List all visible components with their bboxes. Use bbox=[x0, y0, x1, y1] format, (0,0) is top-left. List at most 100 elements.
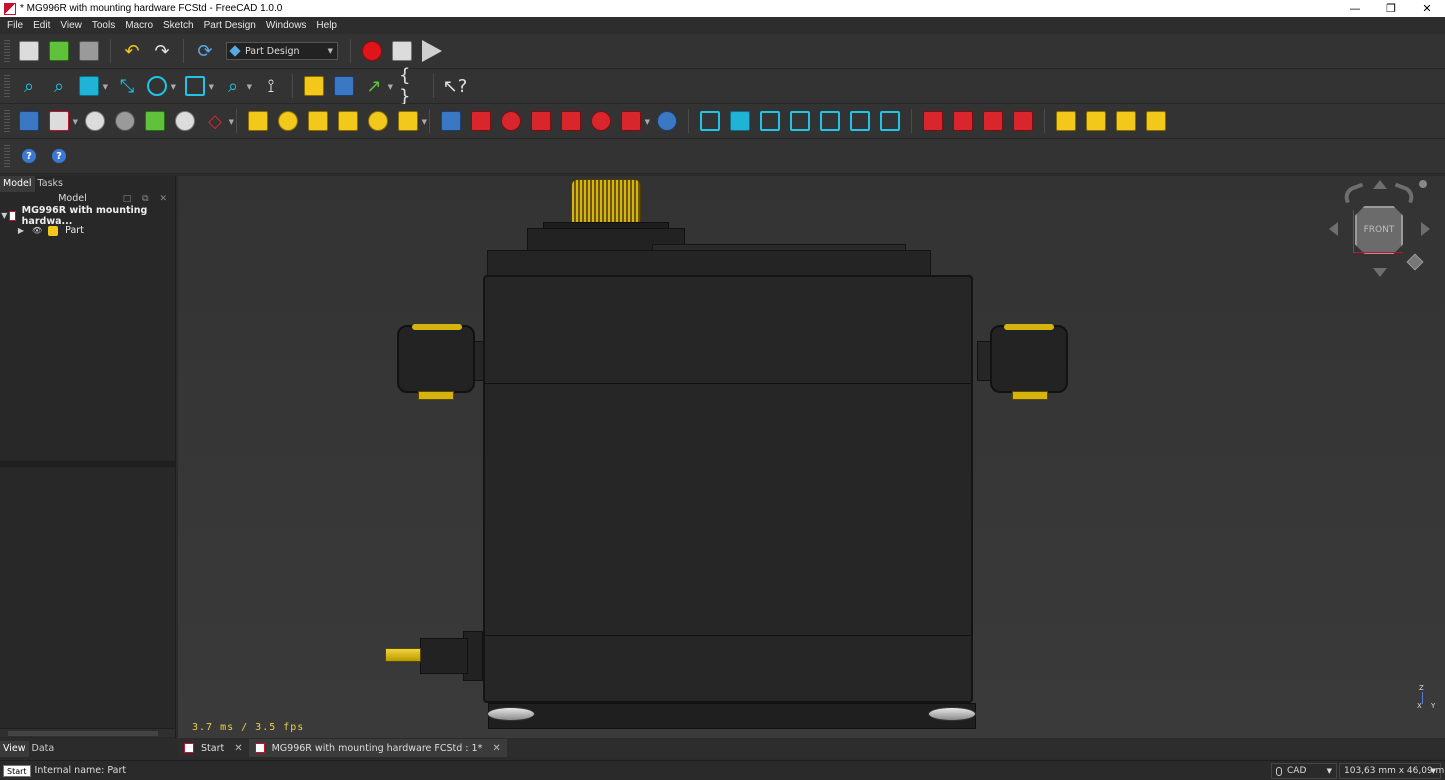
tree-item-document[interactable]: ▼ MG996R with mounting hardwa... bbox=[0, 205, 175, 227]
shape-binder-button[interactable] bbox=[142, 108, 168, 134]
redo-button[interactable]: ↷ bbox=[149, 38, 175, 64]
arrow-down-icon[interactable] bbox=[1373, 268, 1387, 277]
top-cap[interactable] bbox=[487, 250, 931, 278]
create-link-button[interactable]: ↗ ▼ bbox=[361, 73, 393, 99]
open-document-button[interactable] bbox=[46, 38, 72, 64]
hole-button[interactable] bbox=[468, 108, 494, 134]
tab-view[interactable]: View bbox=[0, 741, 29, 757]
variable-set-button[interactable]: { } bbox=[399, 65, 425, 107]
mounting-tab-left[interactable] bbox=[397, 325, 475, 393]
create-body-button[interactable] bbox=[16, 108, 42, 134]
bounding-box-button[interactable]: ▼ bbox=[182, 73, 214, 99]
undo-button[interactable]: ↶ bbox=[119, 38, 145, 64]
subshape-binder-button[interactable] bbox=[172, 108, 198, 134]
clone-button[interactable] bbox=[112, 108, 138, 134]
arrow-left-icon[interactable] bbox=[1329, 222, 1338, 236]
visibility-eye-icon[interactable]: 👁 bbox=[32, 226, 42, 235]
panel-buttons[interactable]: □ ⧉ ✕ bbox=[123, 192, 171, 206]
create-sketch-button[interactable]: ▼ bbox=[46, 108, 78, 134]
panel-splitter[interactable] bbox=[0, 461, 175, 467]
mirrored-button[interactable] bbox=[697, 108, 723, 134]
navigation-cube[interactable]: FRONT bbox=[1329, 180, 1433, 280]
validate-sketch-button[interactable] bbox=[82, 108, 108, 134]
save-document-button[interactable] bbox=[76, 38, 102, 64]
menu-part-design[interactable]: Part Design bbox=[199, 20, 261, 31]
tab-data[interactable]: Data bbox=[29, 741, 58, 757]
linear-pattern-button[interactable] bbox=[727, 108, 753, 134]
create-part-button[interactable] bbox=[301, 73, 327, 99]
toolbar-grip[interactable] bbox=[4, 110, 10, 132]
isometric-view-button[interactable]: ▼ bbox=[76, 73, 108, 99]
macro-edit-button[interactable] bbox=[389, 38, 415, 64]
polar-pattern-button[interactable] bbox=[757, 108, 783, 134]
draw-style-button[interactable]: ▼ bbox=[144, 73, 176, 99]
sprocket-button[interactable] bbox=[1053, 108, 1079, 134]
minimize-button[interactable]: — bbox=[1337, 0, 1373, 17]
datum-button[interactable]: ◇ ▼ bbox=[202, 108, 234, 134]
output-gear-spline[interactable] bbox=[571, 179, 641, 227]
fillet-button[interactable] bbox=[920, 108, 946, 134]
close-tab-icon[interactable]: ✕ bbox=[234, 743, 242, 754]
mounting-washer-left[interactable] bbox=[412, 324, 462, 330]
shaft-design-button[interactable] bbox=[1113, 108, 1139, 134]
mounting-screw-right[interactable] bbox=[1012, 391, 1048, 400]
menu-edit[interactable]: Edit bbox=[28, 20, 55, 31]
arrow-up-icon[interactable] bbox=[1373, 180, 1387, 189]
servo-body[interactable] bbox=[483, 275, 973, 703]
cable-strain-relief[interactable] bbox=[420, 638, 468, 674]
new-document-button[interactable] bbox=[16, 38, 42, 64]
wizard-button[interactable] bbox=[1143, 108, 1169, 134]
macro-record-button[interactable] bbox=[359, 38, 385, 64]
thickness-face-button[interactable] bbox=[1010, 108, 1036, 134]
close-tab-icon[interactable]: ✕ bbox=[492, 743, 500, 754]
additive-helix-button[interactable] bbox=[365, 108, 391, 134]
create-group-button[interactable] bbox=[331, 73, 357, 99]
mounting-washer-right[interactable] bbox=[1004, 324, 1054, 330]
pad-button[interactable] bbox=[245, 108, 271, 134]
tab-tasks[interactable]: Tasks bbox=[35, 176, 66, 192]
involute-gear-button[interactable] bbox=[1083, 108, 1109, 134]
navcube-front-face[interactable]: FRONT bbox=[1355, 206, 1403, 254]
navigation-style-selector[interactable]: CAD ▼ bbox=[1271, 763, 1337, 779]
macro-execute-button[interactable] bbox=[419, 38, 445, 64]
chamfer-button[interactable] bbox=[950, 108, 976, 134]
arrow-right-icon[interactable] bbox=[1421, 222, 1430, 236]
revolution-button[interactable] bbox=[275, 108, 301, 134]
menu-tools[interactable]: Tools bbox=[87, 20, 120, 31]
additive-pipe-button[interactable] bbox=[335, 108, 361, 134]
menu-file[interactable]: File bbox=[2, 20, 28, 31]
bottom-screw-left[interactable] bbox=[487, 707, 535, 721]
expand-arrow-icon[interactable]: ▼ bbox=[0, 211, 9, 220]
menu-view[interactable]: View bbox=[55, 20, 87, 31]
pocket-button[interactable] bbox=[438, 108, 464, 134]
close-button[interactable]: ✕ bbox=[1409, 0, 1445, 17]
bottom-cover[interactable] bbox=[488, 703, 976, 729]
measure-button[interactable]: ⤡ bbox=[114, 73, 140, 99]
scaled-button[interactable] bbox=[817, 108, 843, 134]
toolbar-grip[interactable] bbox=[4, 40, 10, 62]
draft-face-button[interactable] bbox=[980, 108, 1006, 134]
additive-loft-button[interactable] bbox=[305, 108, 331, 134]
mounting-screw-left[interactable] bbox=[418, 391, 454, 400]
groove-button[interactable] bbox=[498, 108, 524, 134]
draft-button[interactable] bbox=[847, 108, 873, 134]
refresh-button[interactable]: ⟳ bbox=[192, 38, 218, 64]
navcube-menu-icon[interactable] bbox=[1419, 180, 1427, 188]
bottom-screw-right[interactable] bbox=[928, 707, 976, 721]
help-button[interactable]: ? bbox=[22, 149, 36, 163]
dimension-indicator[interactable]: 103,63 mm x 46,09 mm ▼ bbox=[1339, 763, 1445, 779]
additive-primitive-button[interactable]: ▼ bbox=[395, 108, 427, 134]
restore-button[interactable]: ❐ bbox=[1373, 0, 1409, 17]
thickness-button[interactable] bbox=[877, 108, 903, 134]
zoom-button[interactable]: ⌕ ▼ bbox=[220, 73, 252, 99]
menu-sketch[interactable]: Sketch bbox=[158, 20, 199, 31]
3d-viewport[interactable]: FRONT Z X Y 3.7 ms / 3.5 fps bbox=[178, 176, 1445, 738]
toolbar-grip[interactable] bbox=[4, 75, 10, 97]
cable[interactable] bbox=[385, 648, 421, 662]
rotate-right-icon[interactable] bbox=[1391, 182, 1417, 204]
whats-this-button[interactable]: ↖? bbox=[442, 73, 468, 99]
whats-new-button[interactable]: ? bbox=[52, 149, 66, 163]
measure-distance-button[interactable]: ⟟ bbox=[258, 73, 284, 99]
boolean-button[interactable] bbox=[654, 108, 680, 134]
menu-help[interactable]: Help bbox=[311, 20, 342, 31]
